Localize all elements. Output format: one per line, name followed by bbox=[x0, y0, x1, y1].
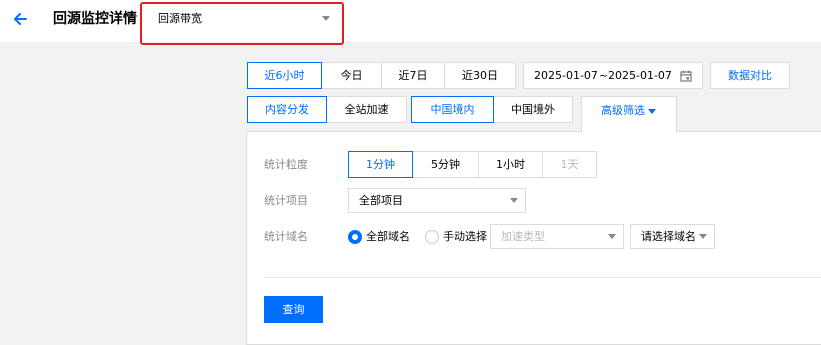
date-end: 2025-01-07 bbox=[608, 69, 672, 82]
highlight-annotation bbox=[140, 2, 344, 45]
caret-down-icon bbox=[648, 109, 656, 114]
page-title: 回源监控详情 bbox=[53, 11, 137, 27]
service-option-cdn[interactable]: 内容分发 bbox=[247, 96, 327, 123]
granularity-1min[interactable]: 1分钟 bbox=[348, 151, 413, 178]
chevron-down-icon bbox=[608, 234, 616, 239]
chevron-down-icon bbox=[699, 234, 707, 239]
service-option-ecdn[interactable]: 全站加速 bbox=[326, 96, 407, 123]
all-domains-label: 全部域名 bbox=[366, 230, 410, 243]
time-option-6h[interactable]: 近6小时 bbox=[247, 62, 322, 89]
query-button[interactable]: 查询 bbox=[264, 296, 323, 323]
data-compare-button[interactable]: 数据对比 bbox=[710, 62, 790, 89]
chevron-down-icon bbox=[510, 198, 518, 203]
granularity-label: 统计粒度 bbox=[264, 158, 308, 171]
granularity-1d: 1天 bbox=[542, 151, 597, 178]
manual-select-label: 手动选择 bbox=[443, 230, 487, 243]
advanced-filter-label: 高级筛选 bbox=[601, 104, 645, 117]
arrow-left-icon[interactable] bbox=[11, 10, 29, 28]
domain-select[interactable]: 请选择域名 bbox=[630, 224, 715, 249]
domain-label: 统计域名 bbox=[264, 230, 308, 243]
granularity-1h[interactable]: 1小时 bbox=[478, 151, 543, 178]
calendar-icon bbox=[680, 70, 692, 82]
region-option-domestic[interactable]: 中国境内 bbox=[411, 96, 494, 123]
acceleration-type-select[interactable]: 加速类型 bbox=[490, 224, 624, 249]
advanced-filter-tab[interactable]: 高级筛选 bbox=[581, 96, 677, 133]
page-header: 回源监控详情 回源带宽 bbox=[0, 0, 821, 42]
radio-all-domains[interactable] bbox=[348, 230, 362, 244]
date-separator: ~ bbox=[599, 69, 609, 82]
region-option-overseas[interactable]: 中国境外 bbox=[493, 96, 573, 123]
date-range-picker[interactable]: 2025-01-07 ~ 2025-01-07 bbox=[523, 62, 703, 89]
acceleration-type-placeholder: 加速类型 bbox=[501, 230, 545, 243]
radio-manual-select[interactable] bbox=[425, 230, 439, 244]
date-start: 2025-01-07 bbox=[534, 69, 598, 82]
granularity-5min[interactable]: 5分钟 bbox=[412, 151, 479, 178]
domain-select-placeholder: 请选择域名 bbox=[641, 230, 696, 243]
time-option-today[interactable]: 今日 bbox=[321, 62, 382, 89]
project-select[interactable]: 全部项目 bbox=[348, 188, 526, 213]
time-option-7d[interactable]: 近7日 bbox=[381, 62, 445, 89]
project-select-value: 全部项目 bbox=[359, 194, 403, 207]
time-option-30d[interactable]: 近30日 bbox=[444, 62, 516, 89]
project-label: 统计项目 bbox=[264, 194, 308, 207]
divider bbox=[264, 277, 821, 278]
